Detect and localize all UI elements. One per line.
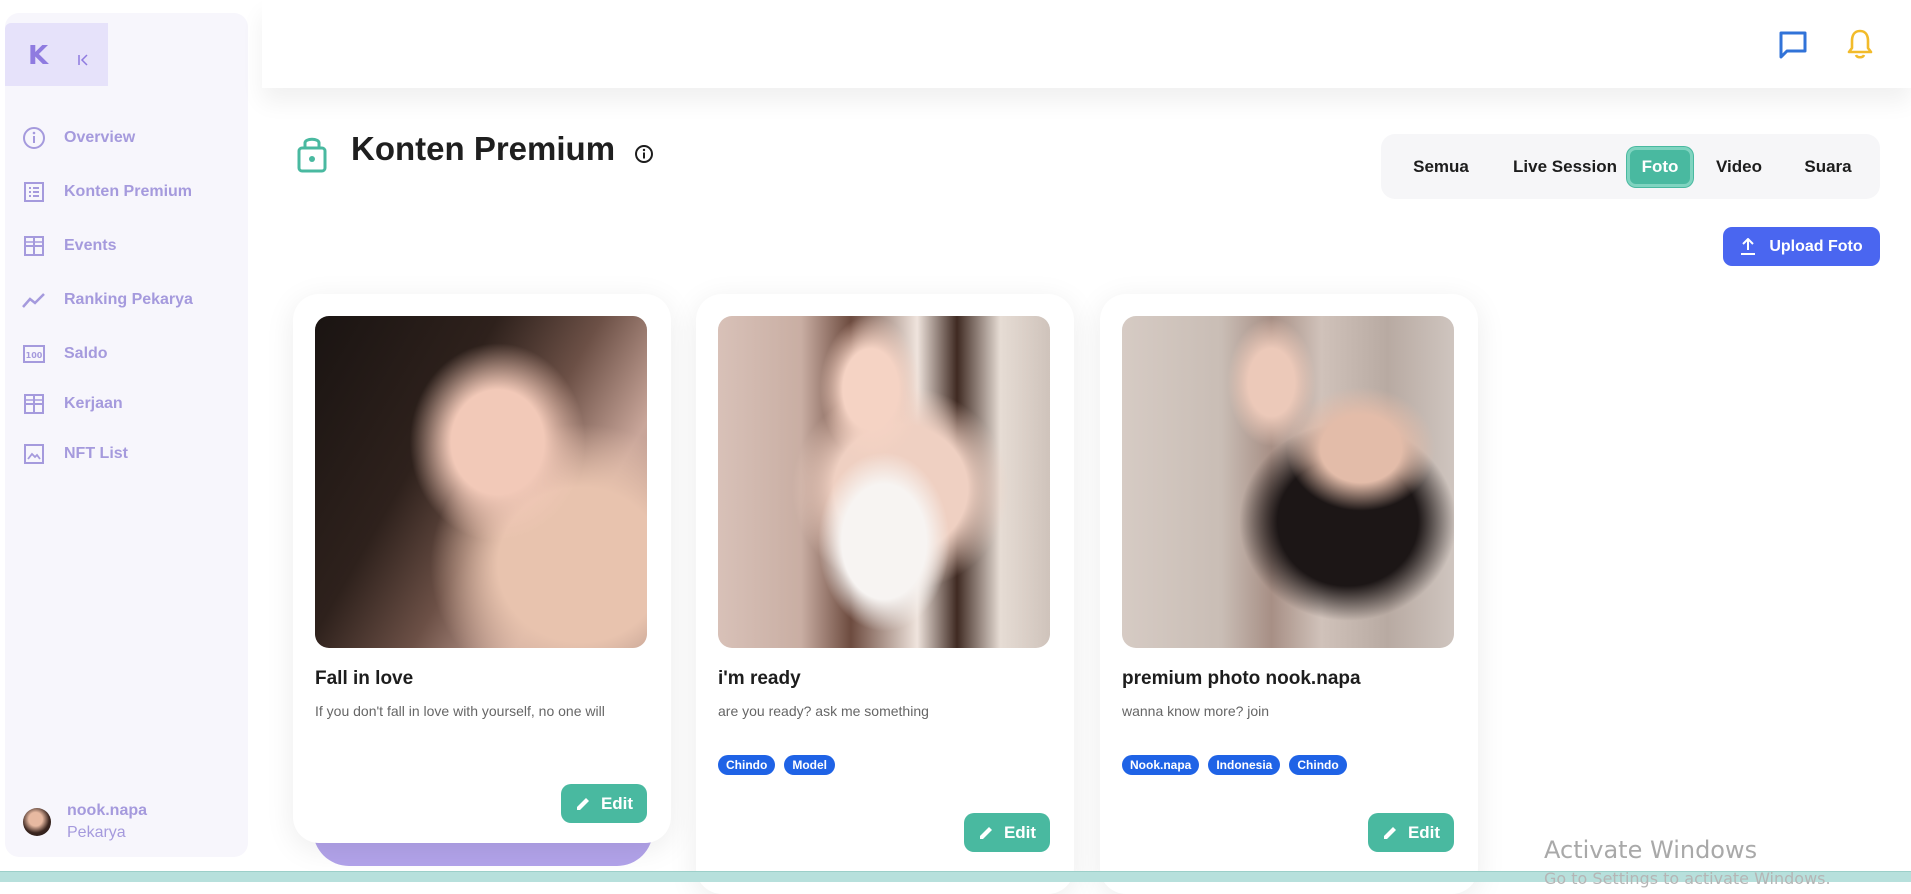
info-icon[interactable] [634, 144, 654, 164]
edit-label: Edit [1003, 822, 1037, 842]
tag-badge[interactable]: Indonesia [1208, 755, 1281, 775]
content-photo[interactable] [718, 316, 1050, 648]
tab-suara[interactable]: Suara [1791, 147, 1865, 187]
content-card[interactable]: i'm ready are you ready? ask me somethin… [696, 294, 1074, 894]
card-title: i'm ready [718, 668, 801, 689]
windows-activation-watermark: Activate Windows [1544, 836, 1758, 864]
page-title: Konten Premium [351, 130, 616, 167]
content-card[interactable]: Fall in love If you don't fall in love w… [293, 294, 671, 843]
tag-badge[interactable]: Nook.napa [1122, 755, 1200, 775]
lock-icon [297, 137, 327, 173]
tab-foto[interactable]: Foto [1627, 147, 1693, 187]
list-icon [21, 179, 47, 205]
card-title: Fall in love [315, 668, 414, 689]
tag-list: Chindo Model [718, 755, 844, 775]
content-photo[interactable] [1122, 316, 1454, 648]
image-icon [21, 441, 47, 467]
user-profile[interactable]: nook.napa Pekarya [23, 800, 147, 844]
sidebar-item-label: Saldo [64, 345, 108, 362]
sidebar-item-label: Konten Premium [64, 183, 193, 200]
card-description: are you ready? ask me something [718, 703, 929, 719]
collapse-sidebar-icon[interactable] [76, 53, 92, 67]
sidebar-item-saldo[interactable]: 100 Saldo [21, 339, 108, 369]
content-card[interactable]: premium photo nook.napa wanna know more?… [1100, 294, 1478, 894]
upload-label: Upload Foto [1769, 237, 1863, 255]
card-description: If you don't fall in love with yourself,… [315, 703, 605, 719]
pencil-icon [1383, 826, 1396, 839]
grid-icon [21, 233, 47, 259]
pencil-icon [576, 797, 589, 810]
edit-button[interactable]: Edit [964, 813, 1050, 852]
card-description: wanna know more? join [1122, 703, 1270, 719]
info-circle-icon [21, 125, 47, 151]
sidebar-item-kerjaan[interactable]: Kerjaan [21, 389, 123, 419]
sidebar-item-label: Kerjaan [64, 395, 123, 412]
bell-icon[interactable] [1846, 28, 1874, 60]
card-title: premium photo nook.napa [1122, 668, 1361, 689]
sidebar-item-overview[interactable]: Overview [21, 123, 135, 153]
logo-box: K [5, 23, 108, 86]
edit-button[interactable]: Edit [1368, 813, 1454, 852]
content-photo[interactable] [315, 316, 647, 648]
svg-text:100: 100 [26, 351, 43, 360]
logo[interactable]: K [28, 41, 48, 71]
money-icon: 100 [21, 341, 47, 367]
tag-badge[interactable]: Chindo [1289, 755, 1347, 775]
windows-activation-subtext: Go to Settings to activate Windows. [1544, 869, 1831, 888]
sidebar-item-ranking-pekarya[interactable]: Ranking Pekarya [21, 285, 193, 315]
tab-live-session[interactable]: Live Session [1501, 147, 1629, 187]
chat-icon[interactable] [1778, 30, 1808, 60]
grid-icon [21, 391, 47, 417]
sidebar-item-label: Ranking Pekarya [64, 291, 193, 308]
sidebar-item-events[interactable]: Events [21, 231, 116, 261]
edit-label: Edit [1407, 822, 1441, 842]
sidebar-item-label: NFT List [64, 445, 128, 462]
avatar[interactable] [23, 808, 51, 836]
pencil-icon [979, 826, 992, 839]
upload-icon [1741, 237, 1756, 255]
edit-label: Edit [600, 793, 634, 813]
tab-semua[interactable]: Semua [1401, 147, 1481, 187]
user-role: Pekarya [67, 824, 126, 841]
sidebar: K Overview Konten Premium Events Ranking… [5, 13, 248, 857]
tab-video[interactable]: Video [1706, 147, 1772, 187]
upload-foto-button[interactable]: Upload Foto [1723, 227, 1880, 266]
tag-list: Nook.napa Indonesia Chindo [1122, 755, 1356, 775]
edit-button[interactable]: Edit [561, 784, 647, 823]
sidebar-item-nft-list[interactable]: NFT List [21, 439, 128, 469]
tag-badge[interactable]: Model [784, 755, 835, 775]
user-name: nook.napa [67, 802, 148, 819]
top-bar [262, 0, 1911, 88]
sidebar-item-label: Overview [64, 129, 136, 146]
sidebar-item-label: Events [64, 237, 117, 254]
content-type-tabs: Semua Live Session Foto Video Suara [1381, 134, 1880, 199]
trend-line-icon [21, 287, 47, 313]
tag-badge[interactable]: Chindo [718, 755, 776, 775]
sidebar-item-konten-premium[interactable]: Konten Premium [21, 177, 192, 207]
